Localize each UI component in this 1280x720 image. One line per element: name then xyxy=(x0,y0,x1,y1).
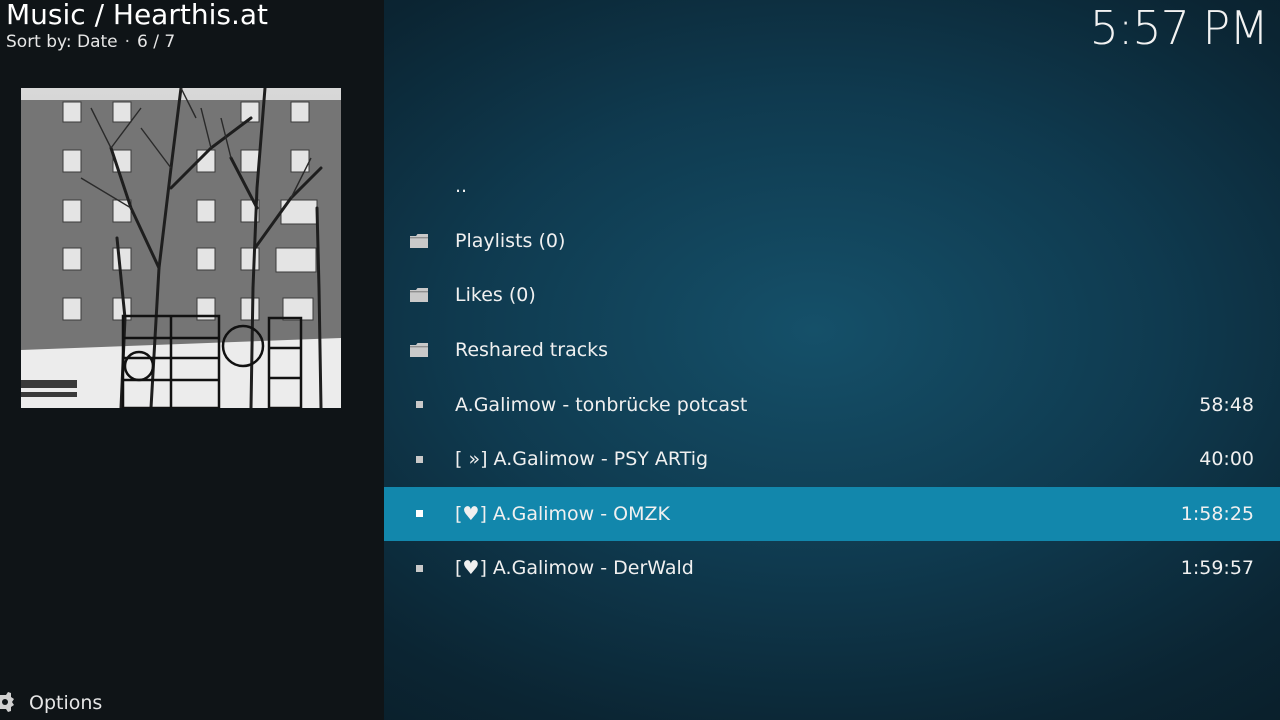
track-duration: 1:58:25 xyxy=(1180,502,1254,525)
clock: 5:57 PM xyxy=(1089,1,1269,55)
list-item-likes[interactable]: Likes (0) xyxy=(384,268,1280,323)
list-item-track[interactable]: A.Galimow - tonbrücke potcast 58:48 xyxy=(384,377,1280,432)
list-item-label: [ »] A.Galimow - PSY ARTig xyxy=(455,448,709,471)
options-button[interactable]: Options xyxy=(0,688,102,718)
file-list: .. Playlists (0) Likes (0) Reshared trac… xyxy=(384,159,1280,596)
list-item-label: Playlists (0) xyxy=(455,229,566,252)
options-label: Options xyxy=(29,692,103,714)
track-duration: 1:59:57 xyxy=(1180,557,1254,580)
track-duration: 58:48 xyxy=(1199,393,1254,416)
album-thumbnail xyxy=(21,88,341,408)
list-item-parent[interactable]: .. xyxy=(384,159,1280,214)
folder-icon xyxy=(408,341,430,359)
separator: · xyxy=(124,32,131,52)
list-item-label: .. xyxy=(455,175,468,198)
list-item-track[interactable]: [♥] A.Galimow - DerWald 1:59:57 xyxy=(384,541,1280,596)
list-item-label: Reshared tracks xyxy=(455,339,609,362)
list-item-playlists[interactable]: Playlists (0) xyxy=(384,214,1280,269)
folder-icon xyxy=(408,232,430,250)
track-icon xyxy=(408,505,430,523)
left-panel: Music / Hearthis.at Sort by: Date · 6 / 7 xyxy=(0,0,384,720)
track-icon xyxy=(408,450,430,468)
page-title: Music / Hearthis.at xyxy=(6,0,268,31)
track-icon xyxy=(408,559,430,577)
list-item-label: [♥] A.Galimow - OMZK xyxy=(455,502,670,525)
list-item-label: A.Galimow - tonbrücke potcast xyxy=(455,393,748,416)
list-item-track-selected[interactable]: [♥] A.Galimow - OMZK 1:58:25 xyxy=(384,486,1280,542)
track-icon xyxy=(408,396,430,414)
list-item-track[interactable]: [ »] A.Galimow - PSY ARTig 40:00 xyxy=(384,432,1280,487)
file-list-panel: 5:57 PM .. Playlists (0) Likes (0) Resha… xyxy=(384,0,1280,720)
list-item-label: [♥] A.Galimow - DerWald xyxy=(455,557,694,580)
item-position: 6 / 7 xyxy=(137,32,176,52)
sort-label[interactable]: Sort by: Date xyxy=(6,32,118,52)
kodi-window: Music / Hearthis.at Sort by: Date · 6 / 7 xyxy=(0,0,1280,720)
gear-icon xyxy=(0,692,14,712)
sort-info: Sort by: Date · 6 / 7 xyxy=(6,31,175,53)
list-item-reshared[interactable]: Reshared tracks xyxy=(384,323,1280,378)
track-duration: 40:00 xyxy=(1199,448,1254,471)
list-item-label: Likes (0) xyxy=(455,284,536,307)
folder-icon xyxy=(408,286,430,304)
